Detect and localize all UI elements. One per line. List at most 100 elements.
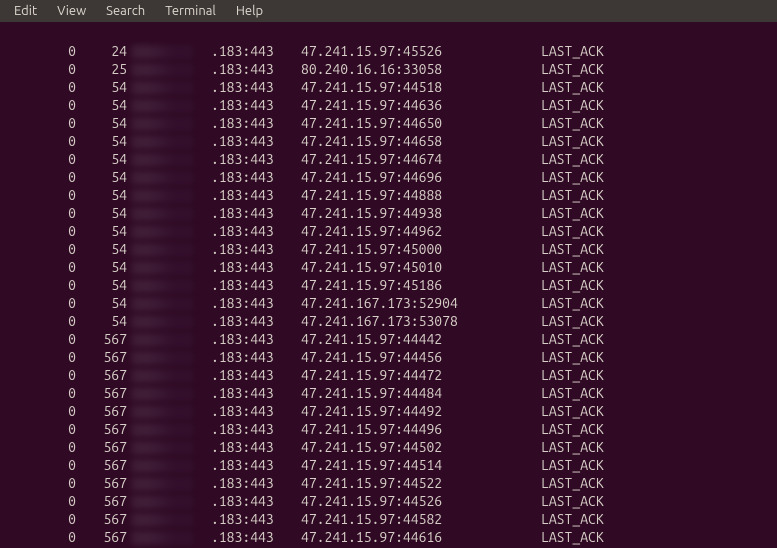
terminal-output[interactable]: 024.183:44347.241.15.97:45526LAST_ACK025… xyxy=(0,22,777,548)
recv-q: 0 xyxy=(6,204,76,222)
connection-row: 0567.183:44347.241.15.97:44484LAST_ACK xyxy=(6,384,771,402)
local-ip-redacted xyxy=(131,420,211,438)
connection-row: 0567.183:44347.241.15.97:44496LAST_ACK xyxy=(6,420,771,438)
blur-mask xyxy=(131,333,193,347)
connection-row: 054.183:44347.241.15.97:44696LAST_ACK xyxy=(6,168,771,186)
blur-mask xyxy=(131,99,193,113)
menu-view[interactable]: View xyxy=(47,0,96,22)
local-address-suffix: .183:443 xyxy=(211,528,301,546)
local-ip-redacted xyxy=(131,186,211,204)
local-address-suffix: .183:443 xyxy=(211,168,301,186)
send-q: 54 xyxy=(76,204,131,222)
blur-mask xyxy=(131,171,193,185)
connection-row: 0567.183:44347.241.15.97:44472LAST_ACK xyxy=(6,366,771,384)
connection-state: LAST_ACK xyxy=(541,60,661,78)
connection-row: 0567.183:44347.241.15.97:44582LAST_ACK xyxy=(6,510,771,528)
connection-state: LAST_ACK xyxy=(541,402,661,420)
blur-mask xyxy=(131,225,193,239)
connection-state: LAST_ACK xyxy=(541,510,661,528)
blur-mask xyxy=(131,495,193,509)
foreign-address: 47.241.15.97:44526 xyxy=(301,492,501,510)
foreign-address: 47.241.15.97:44616 xyxy=(301,528,501,546)
connection-state: LAST_ACK xyxy=(541,186,661,204)
local-address-suffix: .183:443 xyxy=(211,312,301,330)
foreign-address: 47.241.15.97:45526 xyxy=(301,42,501,60)
foreign-address: 47.241.15.97:44650 xyxy=(301,114,501,132)
send-q: 54 xyxy=(76,78,131,96)
foreign-address: 47.241.15.97:44518 xyxy=(301,78,501,96)
blur-mask xyxy=(131,45,193,59)
send-q: 24 xyxy=(76,42,131,60)
connection-state: LAST_ACK xyxy=(541,276,661,294)
local-address-suffix: .183:443 xyxy=(211,348,301,366)
connection-row: 054.183:44347.241.167.173:52904LAST_ACK xyxy=(6,294,771,312)
connection-row: 054.183:44347.241.15.97:44962LAST_ACK xyxy=(6,222,771,240)
send-q: 567 xyxy=(76,384,131,402)
blur-mask xyxy=(131,315,193,329)
recv-q: 0 xyxy=(6,420,76,438)
local-ip-redacted xyxy=(131,348,211,366)
connection-row: 054.183:44347.241.15.97:45010LAST_ACK xyxy=(6,258,771,276)
send-q: 54 xyxy=(76,276,131,294)
blur-mask xyxy=(131,531,193,545)
connection-state: LAST_ACK xyxy=(541,366,661,384)
recv-q: 0 xyxy=(6,114,76,132)
send-q: 54 xyxy=(76,132,131,150)
local-ip-redacted xyxy=(131,312,211,330)
local-address-suffix: .183:443 xyxy=(211,258,301,276)
send-q: 567 xyxy=(76,474,131,492)
recv-q: 0 xyxy=(6,330,76,348)
blur-mask xyxy=(131,279,193,293)
blur-mask xyxy=(131,297,193,311)
recv-q: 0 xyxy=(6,96,76,114)
connection-state: LAST_ACK xyxy=(541,312,661,330)
foreign-address: 47.241.15.97:44442 xyxy=(301,330,501,348)
send-q: 54 xyxy=(76,294,131,312)
local-ip-redacted xyxy=(131,222,211,240)
foreign-address: 47.241.15.97:44502 xyxy=(301,438,501,456)
local-address-suffix: .183:443 xyxy=(211,240,301,258)
connection-row: 054.183:44347.241.15.97:45000LAST_ACK xyxy=(6,240,771,258)
send-q: 567 xyxy=(76,492,131,510)
send-q: 54 xyxy=(76,186,131,204)
connection-row: 024.183:44347.241.15.97:45526LAST_ACK xyxy=(6,42,771,60)
connection-state: LAST_ACK xyxy=(541,258,661,276)
local-address-suffix: .183:443 xyxy=(211,276,301,294)
local-address-suffix: .183:443 xyxy=(211,456,301,474)
menu-search[interactable]: Search xyxy=(96,0,155,22)
local-address-suffix: .183:443 xyxy=(211,384,301,402)
connection-row: 054.183:44347.241.167.173:53078LAST_ACK xyxy=(6,312,771,330)
local-ip-redacted xyxy=(131,114,211,132)
foreign-address: 47.241.15.97:44696 xyxy=(301,168,501,186)
connection-state: LAST_ACK xyxy=(541,150,661,168)
menu-edit[interactable]: Edit xyxy=(4,0,47,22)
local-address-suffix: .183:443 xyxy=(211,204,301,222)
local-ip-redacted xyxy=(131,168,211,186)
local-address-suffix: .183:443 xyxy=(211,96,301,114)
blur-mask xyxy=(131,135,193,149)
blur-mask xyxy=(131,243,193,257)
send-q: 567 xyxy=(76,438,131,456)
connection-row: 054.183:44347.241.15.97:44636LAST_ACK xyxy=(6,96,771,114)
connection-state: LAST_ACK xyxy=(541,168,661,186)
local-ip-redacted xyxy=(131,294,211,312)
recv-q: 0 xyxy=(6,384,76,402)
connection-row: 054.183:44347.241.15.97:44674LAST_ACK xyxy=(6,150,771,168)
foreign-address: 47.241.15.97:44582 xyxy=(301,510,501,528)
blur-mask xyxy=(131,117,193,131)
local-ip-redacted xyxy=(131,366,211,384)
connection-row: 0567.183:44347.241.15.97:44492LAST_ACK xyxy=(6,402,771,420)
connection-state: LAST_ACK xyxy=(541,438,661,456)
local-ip-redacted xyxy=(131,204,211,222)
foreign-address: 47.241.15.97:44456 xyxy=(301,348,501,366)
connection-state: LAST_ACK xyxy=(541,294,661,312)
recv-q: 0 xyxy=(6,78,76,96)
menubar: Edit View Search Terminal Help xyxy=(0,0,777,22)
menu-help[interactable]: Help xyxy=(226,0,273,22)
connection-state: LAST_ACK xyxy=(541,420,661,438)
recv-q: 0 xyxy=(6,438,76,456)
menu-terminal[interactable]: Terminal xyxy=(155,0,226,22)
local-address-suffix: .183:443 xyxy=(211,186,301,204)
local-ip-redacted xyxy=(131,528,211,546)
local-ip-redacted xyxy=(131,510,211,528)
